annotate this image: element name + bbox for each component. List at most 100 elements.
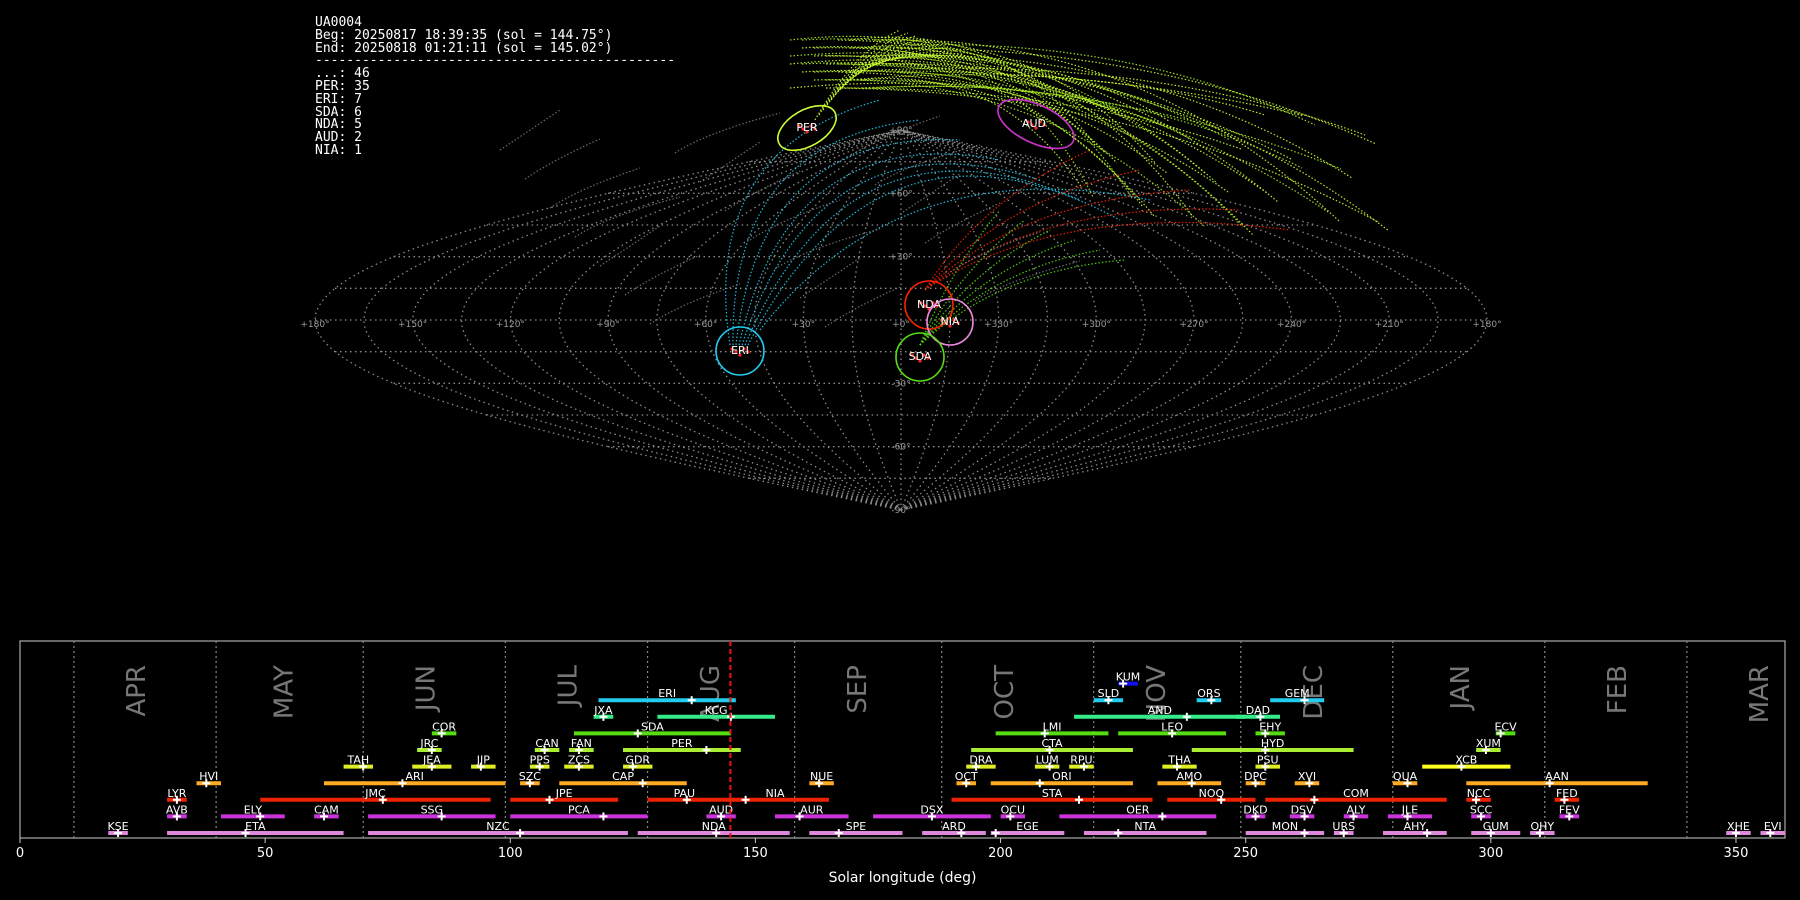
shower-xcb: XCB: [1422, 754, 1511, 771]
meteor-trail: [789, 59, 1131, 121]
x-axis-label: Solar longitude (deg): [829, 870, 977, 886]
shower-ehy: EHY: [1255, 720, 1285, 738]
meteor-trail: [499, 109, 561, 151]
shower-label: SPE: [846, 820, 867, 833]
shower-label: THA: [1167, 754, 1191, 767]
shower-xvi: XVI: [1294, 770, 1320, 788]
lon-tick-label: +30°: [792, 320, 816, 330]
shower-urs: URS: [1332, 820, 1355, 837]
shower-label: KCG: [705, 704, 728, 717]
x-tick-label: 350: [1724, 846, 1749, 861]
shower-label: SSG: [421, 803, 444, 816]
shower-oer: OER: [1059, 803, 1217, 821]
shower-label: DSV: [1291, 803, 1314, 816]
shower-dsx: DSX: [873, 803, 991, 821]
shower-label: TAH: [346, 754, 369, 767]
shower-label: JIP: [476, 754, 490, 767]
shower-pau: PAU: [647, 787, 722, 804]
shower-ege: EGE: [990, 820, 1065, 837]
lon-tick-label: +300°: [1082, 320, 1111, 330]
shower-jea: JEA: [412, 754, 452, 771]
shower-gum: GUM: [1471, 820, 1521, 837]
shower-ncc: NCC: [1466, 787, 1491, 804]
shower-ocu: OCU: [1000, 803, 1026, 821]
shower-label: EGE: [1016, 820, 1038, 833]
meteor-trail: [789, 52, 1231, 141]
meteor-trail: [725, 99, 881, 346]
shower-label: AAN: [1545, 770, 1569, 783]
radiant-label-aud: AUD: [1022, 117, 1046, 130]
shower-ahy: AHY: [1382, 820, 1447, 837]
shower-label: SLD: [1098, 687, 1120, 700]
radiant-label-per: PER: [796, 121, 818, 134]
lon-tick-label: +180°: [1472, 320, 1501, 330]
shower-jrc: JRC: [417, 737, 442, 754]
shower-label: AUR: [800, 803, 824, 816]
shower-sld: SLD: [1093, 687, 1124, 705]
shower-aur: AUR: [775, 803, 849, 821]
meteor-trails: [499, 29, 1390, 346]
shower-label: PPS: [530, 754, 550, 767]
shower-label: HYD: [1261, 737, 1284, 750]
shower-label: URS: [1332, 820, 1355, 833]
shower-label: COR: [432, 720, 456, 733]
meteor-trail: [735, 138, 961, 346]
shower-label: SCC: [1470, 803, 1493, 816]
shower-dkd: DKD: [1243, 803, 1268, 821]
shower-label: ZCS: [568, 754, 590, 767]
shower-gdr: GDR: [623, 754, 653, 771]
meteor-trail: [649, 283, 741, 325]
meteor-trail: [524, 138, 601, 180]
shower-label: CAN: [535, 737, 558, 750]
x-tick-label: 0: [16, 846, 24, 861]
shower-label: COM: [1343, 787, 1369, 800]
lat-tick-label: -90°: [891, 506, 910, 516]
shower-ely: ELY: [221, 803, 285, 821]
meteor-trail: [732, 119, 921, 346]
month-label-mar: MAR: [1745, 665, 1775, 723]
shower-xhe: XHE: [1726, 820, 1751, 837]
meteor-trail: [699, 141, 761, 183]
meteor-trail: [849, 115, 941, 157]
shower-label: LEO: [1161, 720, 1183, 733]
shower-cam: CAM: [314, 803, 339, 821]
month-label-sep: SEP: [843, 665, 873, 714]
shower-label: AVB: [166, 803, 188, 816]
month-label-nov: NOV: [1142, 665, 1172, 722]
shower-nia: NIA: [721, 787, 829, 804]
shower-label: AMO: [1176, 770, 1202, 783]
month-label-feb: FEB: [1603, 665, 1633, 714]
lon-tick-label: +90°: [596, 320, 620, 330]
shower-scc: SCC: [1470, 803, 1493, 821]
lat-tick-label: -30°: [891, 379, 910, 389]
shower-label: ALY: [1347, 803, 1366, 816]
shower-psu: PSU: [1255, 754, 1281, 771]
shower-label: OCU: [1001, 803, 1025, 816]
x-tick-label: 150: [743, 846, 768, 861]
month-label-aug: AUG: [696, 665, 726, 722]
shower-pca: PCA: [510, 803, 648, 821]
meteor-trail: [924, 169, 1141, 291]
shower-label: MON: [1272, 820, 1298, 833]
radiant-label-nia: NIA: [941, 315, 960, 328]
shower-ard: ARD: [922, 820, 986, 837]
shower-label: DRA: [969, 754, 993, 767]
shower-lum: LUM: [1034, 754, 1060, 771]
shower-jle: JLE: [1387, 803, 1432, 821]
shower-label: ORS: [1197, 687, 1220, 700]
shower-tah: TAH: [343, 754, 373, 771]
lon-tick-label: +0°: [892, 320, 910, 330]
x-tick-label: 200: [988, 846, 1013, 861]
meteor-trail: [919, 249, 1101, 346]
shower-label: OER: [1126, 803, 1150, 816]
meteor-trail: [624, 254, 701, 296]
shower-label: XUM: [1476, 737, 1501, 750]
shower-ori: ORI: [990, 770, 1133, 788]
shower-gem: GEM: [1270, 687, 1325, 705]
shower-label: NOO: [1199, 787, 1225, 800]
shower-hyd: HYD: [1191, 737, 1354, 754]
shower-leo: LEO: [1118, 720, 1227, 738]
meteor-radiant-chart: UA0004 Beg: 20250817 18:39:35 (sol = 144.…: [0, 0, 1800, 900]
lon-tick-label: +150°: [398, 320, 427, 330]
shower-label: KUM: [1116, 671, 1140, 684]
